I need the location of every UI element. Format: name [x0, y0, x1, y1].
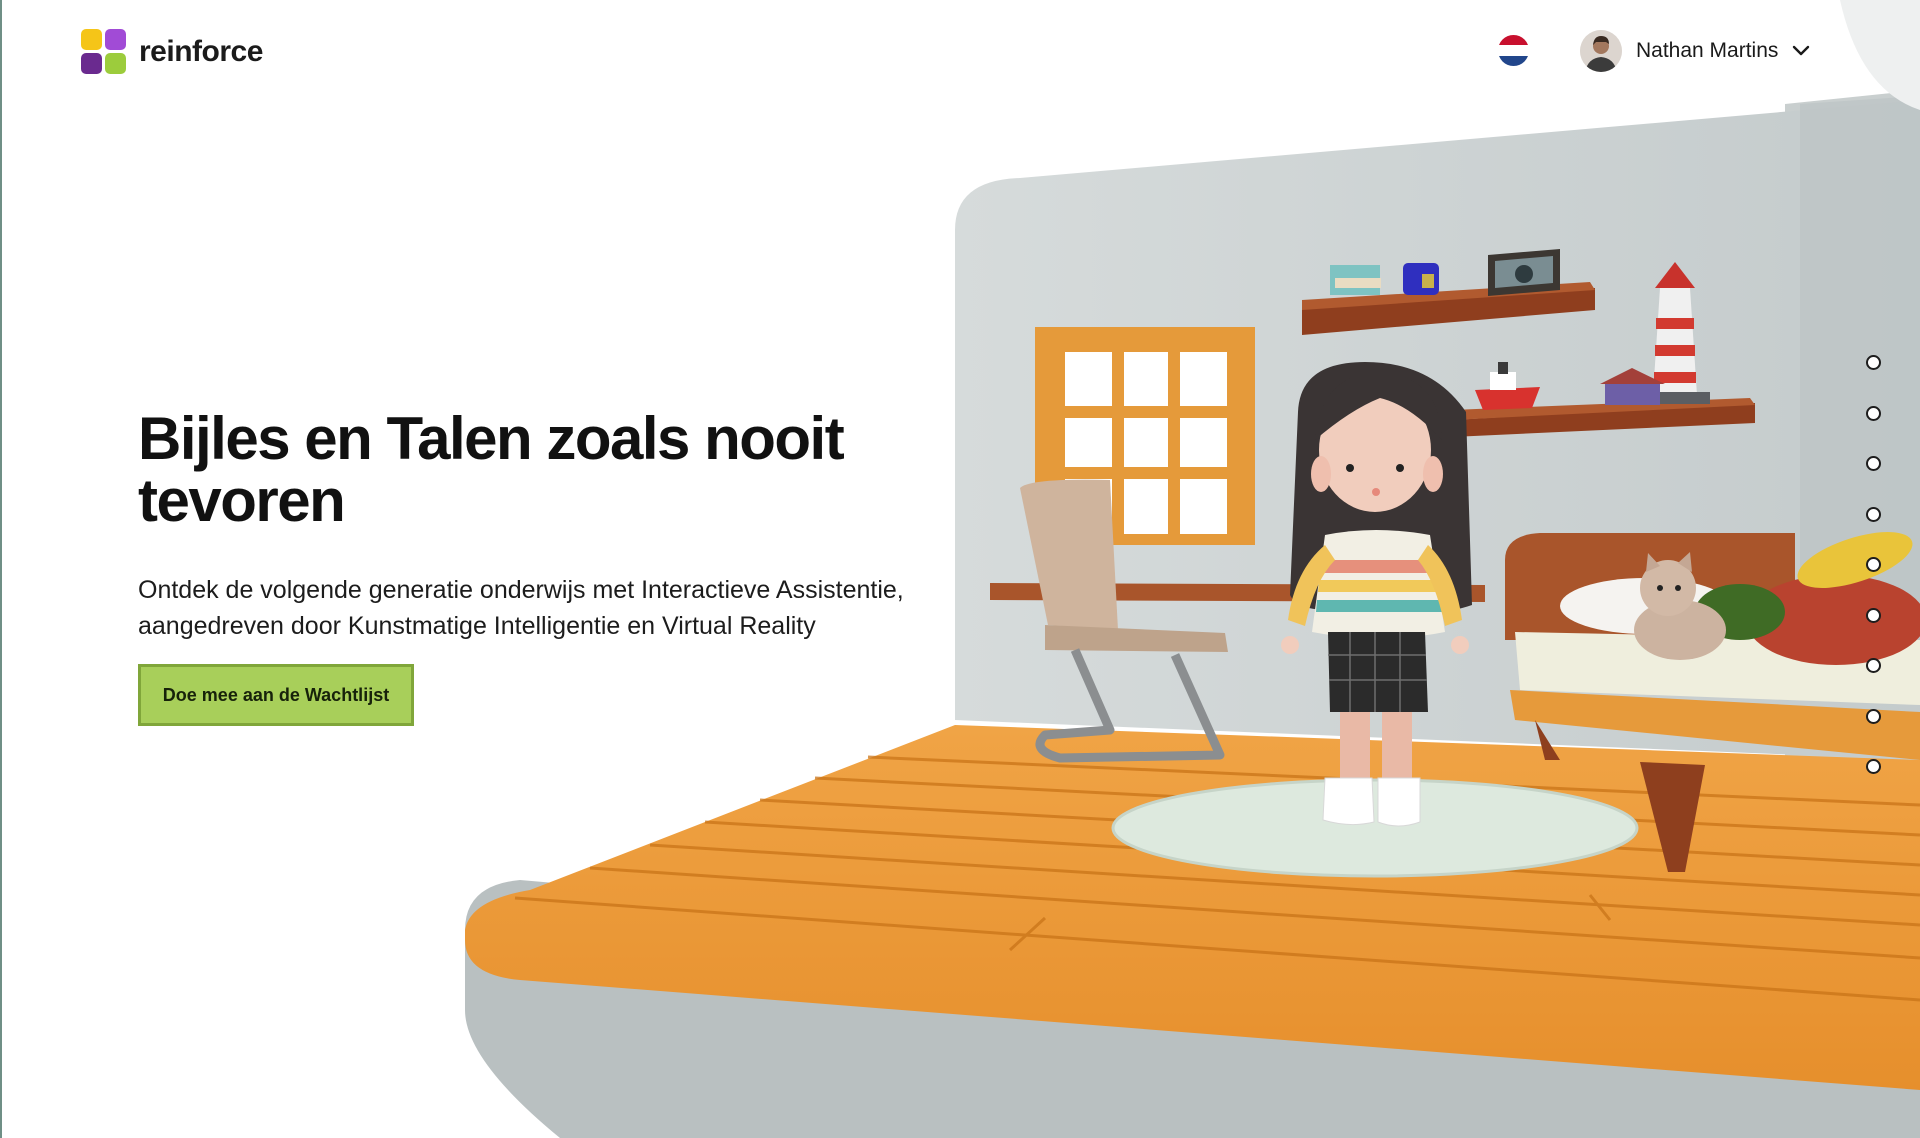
round-rug: [1111, 778, 1639, 878]
slide-dot[interactable]: [1866, 355, 1881, 370]
slide-dot[interactable]: [1866, 557, 1881, 572]
window-edge: [0, 0, 2, 1138]
logo-mark-icon: [81, 29, 127, 75]
wall-side: [1785, 90, 1920, 1138]
hero-subtitle: Ontdek de volgende generatie onderwijs m…: [138, 576, 904, 640]
user-menu[interactable]: Nathan Martins: [1580, 29, 1810, 73]
brand-logo[interactable]: reinforce: [81, 29, 263, 75]
floor-planks: [514, 755, 1920, 1002]
slide-dot[interactable]: [1866, 405, 1881, 421]
floor-base: [465, 880, 1920, 1138]
wooden-floor: [465, 725, 1920, 1090]
slide-dot[interactable]: [1866, 506, 1881, 522]
desk: [990, 583, 1485, 602]
chevron-down-icon[interactable]: [1792, 45, 1810, 57]
join-waitlist-button[interactable]: Doe mee aan de Wachtlijst: [138, 664, 414, 726]
window: [1035, 327, 1255, 545]
slide-dot[interactable]: [1866, 658, 1881, 673]
brand-name: reinforce: [139, 35, 263, 68]
back-wall: [955, 100, 1920, 760]
bed: [1505, 532, 1920, 872]
avatar: [1580, 30, 1622, 72]
top-header: reinforce Nathan Martins: [0, 0, 1920, 100]
slide-dot[interactable]: [1866, 708, 1881, 724]
chair: [1020, 479, 1228, 763]
slide-dot[interactable]: [1866, 456, 1881, 471]
shelves: [1302, 249, 1755, 437]
slide-dot[interactable]: [1866, 759, 1881, 774]
hero-section: Bijles en Talen zoals nooit tevoren Ontd…: [138, 408, 998, 644]
user-name: Nathan Martins: [1636, 39, 1779, 62]
netherlands-flag-icon[interactable]: [1498, 35, 1529, 66]
hero-title: Bijles en Talen zoals nooit tevoren: [138, 405, 845, 534]
avatar-character: [1281, 362, 1472, 827]
slide-dot[interactable]: [1866, 607, 1881, 623]
slide-indicator-dots: [1866, 355, 1882, 810]
